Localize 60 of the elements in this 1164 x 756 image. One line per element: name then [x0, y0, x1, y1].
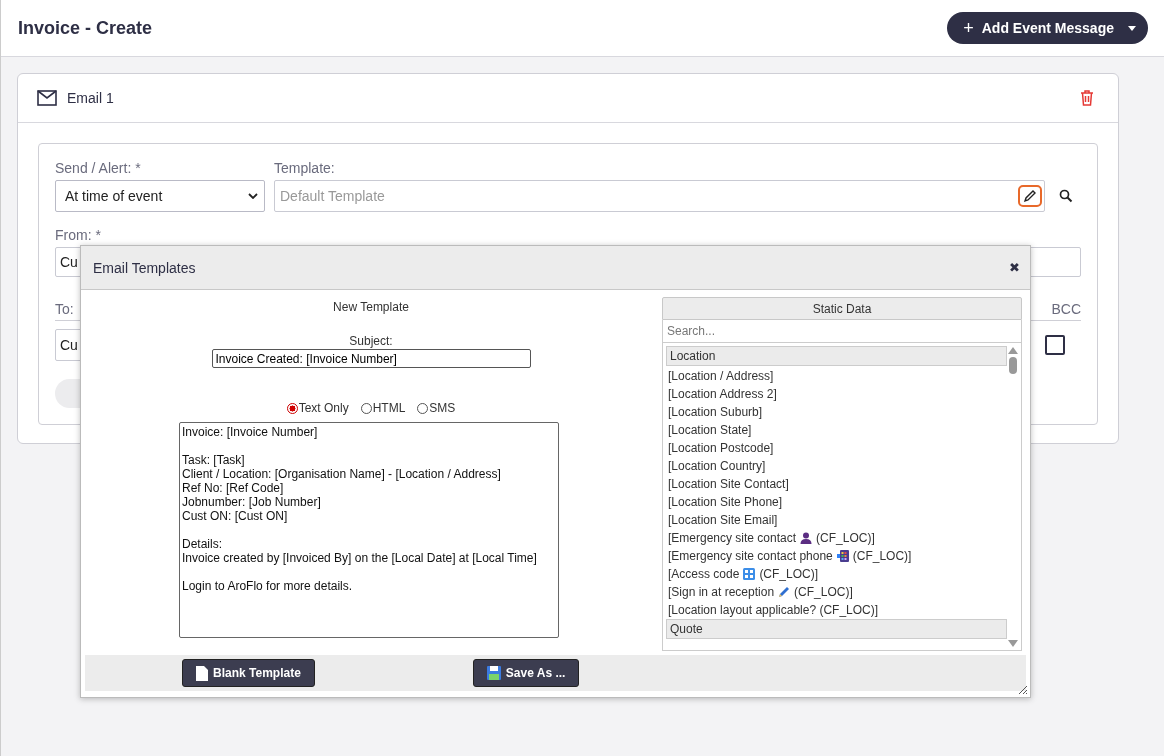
list-item[interactable]: [Sign in at reception [668, 585, 775, 599]
number-pad-icon [743, 568, 756, 580]
person-icon [800, 532, 813, 544]
group-header[interactable]: Quote [666, 619, 1007, 639]
list-item-suffix[interactable]: (CF_LOC)] [816, 531, 875, 545]
add-event-message-button[interactable]: + Add Event Message [947, 12, 1148, 44]
list-item-suffix[interactable]: (CF_LOC)] [794, 585, 853, 599]
list-item[interactable]: [Location Suburb] [668, 405, 763, 419]
list-item[interactable]: [Location layout applicable? (CF_LOC)] [668, 603, 879, 617]
subject-label: Subject: [349, 334, 393, 348]
page-title: Invoice - Create [18, 17, 153, 39]
format-radio[interactable]: Text Only [286, 401, 349, 415]
caret-icon[interactable] [1128, 25, 1136, 31]
save-as-button[interactable]: Save As ... [472, 659, 580, 687]
list-item[interactable]: [Location Country] [668, 459, 766, 473]
subject-field[interactable]: Invoice Created: [Invoice Number] [211, 349, 531, 368]
blank-template-button[interactable]: Blank Template [182, 659, 315, 687]
list-item[interactable]: [Location Site Email] [668, 513, 778, 527]
close-icon[interactable]: ✖ [1009, 260, 1020, 275]
template-field[interactable]: Default Template [274, 180, 1045, 212]
dialog-title: Email Templates [93, 259, 196, 276]
resize-grip-icon[interactable] [1016, 683, 1028, 695]
list-item[interactable]: [Access code [668, 567, 740, 581]
bcc-label: BCC [1051, 300, 1081, 317]
format-radio[interactable]: HTML [360, 401, 406, 415]
list-item[interactable]: [Location Postcode] [668, 441, 774, 455]
list-item-suffix[interactable]: (CF_LOC)] [759, 567, 819, 581]
static-data-header: Static Data [662, 297, 1022, 320]
envelope-icon [37, 90, 57, 106]
list-item[interactable]: [Location / Address] [668, 369, 774, 383]
email-title: Email 1 [67, 90, 115, 106]
pen-icon [778, 586, 791, 598]
message-body-field[interactable]: Invoice: [Invoice Number] Task: [Task] Client / Location: [Organisation Name] - [Location / Address] Ref No: [Ref Code] Jobnumber: [Job Number] Cust ON: [Cust ON] Details: Invoice created by [Invoiced By] on the [Local Date] at [Local Time] Login to AroFlo for more details. [179, 422, 559, 638]
document-icon [196, 665, 208, 681]
field-label: To: [55, 300, 74, 317]
list-item[interactable]: [Emergency site contact phone [668, 549, 833, 563]
bcc-checkbox[interactable] [1045, 334, 1065, 355]
scroll-up-icon[interactable] [1008, 347, 1018, 354]
format-radio[interactable]: SMS [417, 401, 456, 415]
pencil-icon [1023, 189, 1037, 203]
group-header[interactable]: Location [666, 346, 1007, 366]
list-item[interactable]: [Location Site Contact] [668, 477, 789, 491]
field-label: Send / Alert: * [55, 160, 142, 176]
list-item[interactable]: [Location State] [668, 423, 752, 437]
list-item[interactable]: [Location Address 2] [668, 387, 777, 401]
search-icon[interactable] [1059, 189, 1073, 203]
list-item[interactable]: [Emergency site contact [668, 531, 797, 545]
scroll-down-icon[interactable] [1008, 640, 1018, 647]
scrollbar-thumb[interactable] [1009, 357, 1017, 374]
field-label: From: * [55, 227, 102, 243]
edit-button[interactable] [1018, 185, 1042, 207]
chevron-icon[interactable] [248, 193, 258, 199]
template-heading: New Template [333, 300, 409, 314]
send-alert-select[interactable]: At time of event [55, 180, 265, 212]
field-label: Template: [274, 160, 336, 176]
list-item[interactable]: [Location Site Phone] [668, 495, 783, 509]
delete-icon[interactable] [1080, 90, 1094, 106]
static-data-search-field[interactable]: Search... [662, 320, 1022, 343]
list-item-suffix[interactable]: (CF_LOC)] [852, 549, 912, 563]
phone-keypad-icon [836, 550, 849, 562]
